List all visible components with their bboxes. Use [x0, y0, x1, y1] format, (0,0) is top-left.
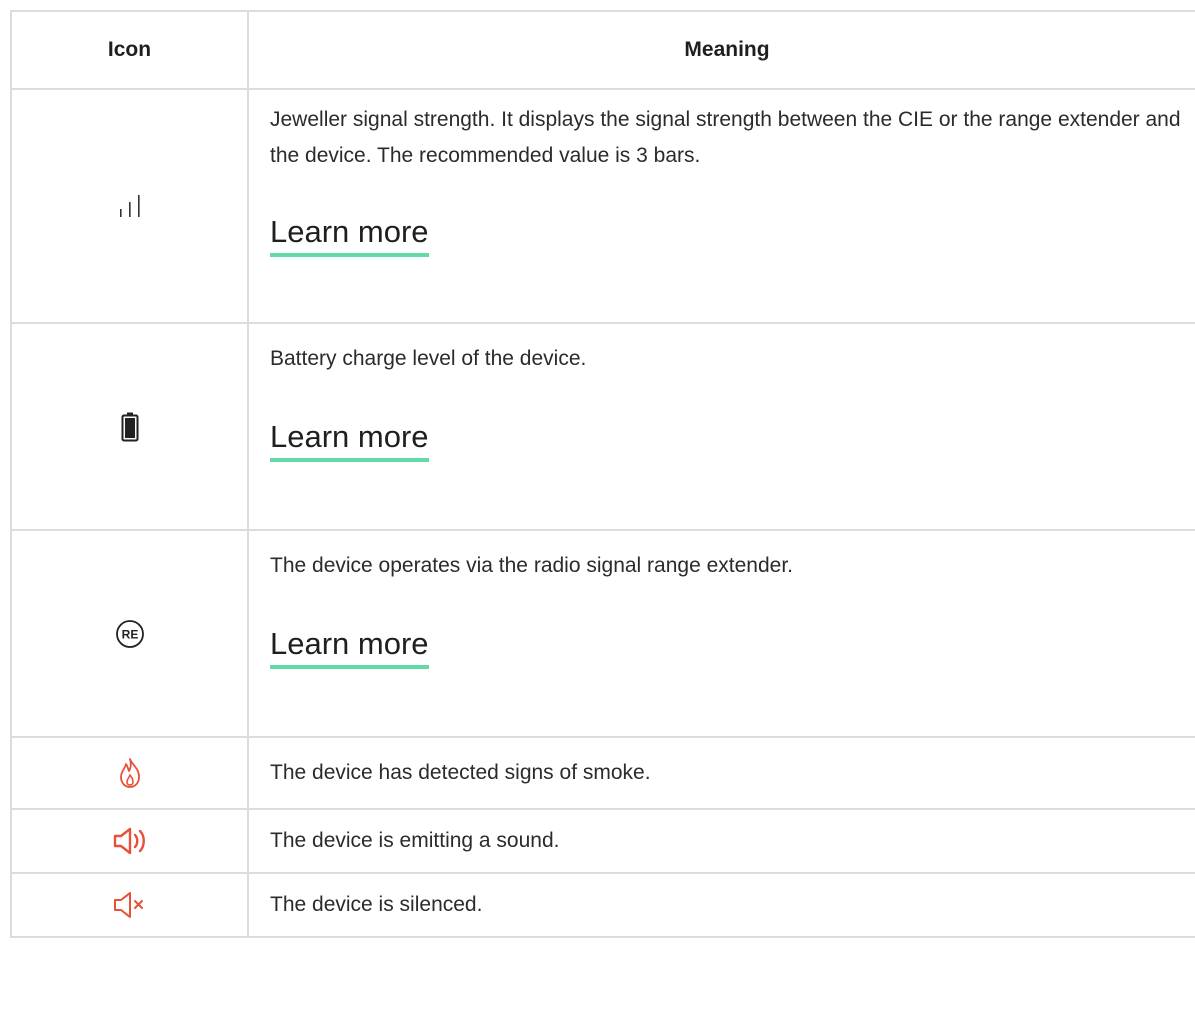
table-row: Jeweller signal strength. It displays th…: [10, 88, 1195, 324]
row-description: The device is emitting a sound.: [270, 829, 560, 852]
table-row: RE The device operates via the radio sig…: [10, 529, 1195, 738]
range-extender-icon: RE: [115, 619, 144, 648]
range-extender-label: RE: [121, 627, 138, 641]
flame-icon: [119, 758, 140, 788]
row-description: Jeweller signal strength. It displays th…: [270, 108, 1181, 167]
row-description: The device operates via the radio signal…: [270, 554, 794, 577]
table-row: The device is silenced.: [10, 872, 1195, 938]
signal-strength-icon: [119, 195, 140, 217]
speaker-sound-icon: [113, 827, 145, 855]
header-icon: Icon: [10, 10, 249, 90]
row-description: The device is silenced.: [270, 893, 483, 916]
icons-table: Icon Meaning Jeweller signal strength. I…: [10, 10, 1195, 938]
learn-more-link[interactable]: Learn more: [270, 624, 429, 669]
row-description: Battery charge level of the device.: [270, 347, 587, 370]
table-row: Battery charge level of the device. Lear…: [10, 322, 1195, 531]
battery-icon: [121, 412, 138, 441]
learn-more-link[interactable]: Learn more: [270, 212, 429, 257]
table-row: The device has detected signs of smoke.: [10, 736, 1195, 810]
learn-more-link[interactable]: Learn more: [270, 417, 429, 462]
speaker-muted-icon: [113, 892, 143, 918]
table-row: The device is emitting a sound.: [10, 808, 1195, 874]
row-description: The device has detected signs of smoke.: [270, 761, 651, 784]
header-meaning: Meaning: [247, 10, 1195, 90]
table-header-row: Icon Meaning: [10, 10, 1195, 90]
